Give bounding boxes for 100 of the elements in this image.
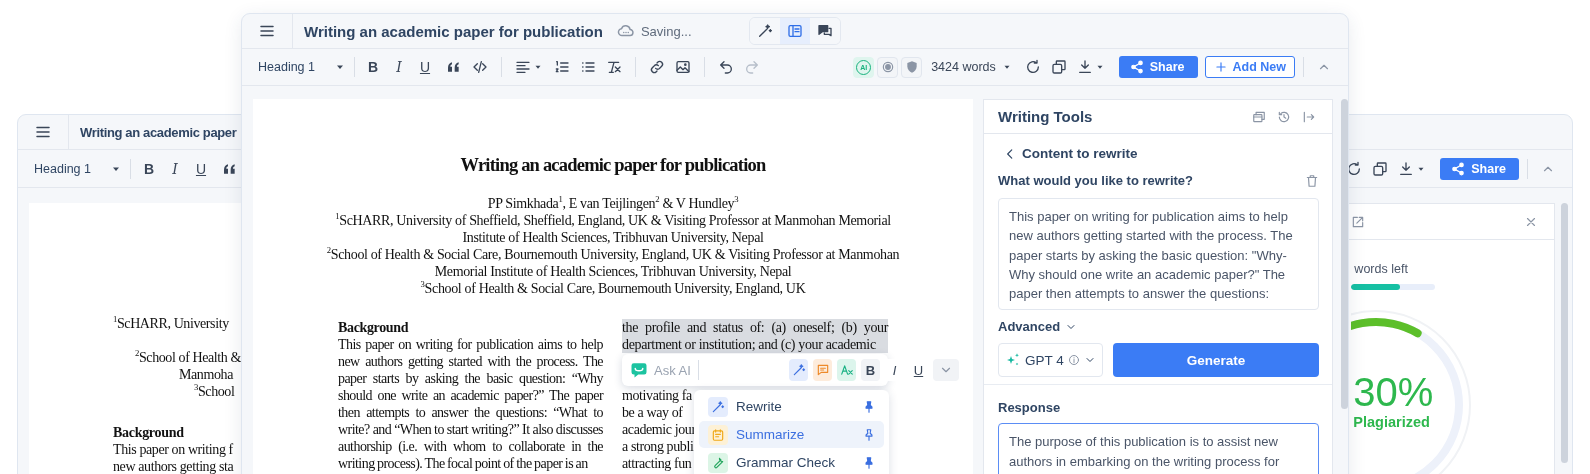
add-new-button[interactable]: Add New	[1204, 56, 1295, 78]
menu-item[interactable]: Grammar Check	[699, 449, 884, 474]
format-button[interactable]: B	[363, 56, 383, 78]
affiliation-text: $^{1}$ScHARR, University of Sheffield, Sheffield, England, UK & Visiting Professor at Manmohan Memorial Institute of Health Sciences, Tribhuvan University, Nepal	[334, 212, 892, 246]
plus-icon	[1213, 60, 1228, 74]
response-field[interactable]: The purpose of this publication is to assist new authors in embarking on the writing process for	[998, 423, 1319, 474]
refresh-icon[interactable]	[1346, 160, 1363, 177]
history-icon[interactable]	[1277, 109, 1291, 124]
format-button[interactable]: U	[191, 157, 211, 180]
affiliation-text: $^{1}$ScHARR, University	[113, 315, 229, 332]
align-left-icon[interactable]	[515, 59, 531, 75]
pin-icon[interactable]	[862, 399, 876, 414]
menu-item-label: Summarize	[736, 426, 806, 443]
record-button[interactable]	[877, 56, 899, 78]
notepad-icon	[711, 427, 725, 442]
image-icon[interactable]	[675, 59, 691, 75]
bullet-list-icon[interactable]	[580, 59, 596, 75]
share-button[interactable]: Share	[1118, 56, 1198, 78]
copy-icon[interactable]	[1372, 160, 1389, 177]
format-button[interactable]: I	[165, 157, 185, 180]
affiliation-text: $^{3}$School of Health & Social Care, Bournemouth University, England, UK	[419, 280, 807, 297]
chat-icon	[817, 23, 833, 39]
undo-icon[interactable]	[718, 59, 734, 75]
shield-icon	[904, 60, 919, 74]
share-button[interactable]: Share	[1440, 157, 1519, 180]
link-icon[interactable]	[649, 59, 665, 75]
wand-icon	[757, 23, 773, 39]
refresh-icon[interactable]	[1024, 59, 1041, 75]
heading-style-dropdown[interactable]: Heading 1	[258, 55, 346, 79]
selected-text: the profile and status of: (a) oneself; (b) your department or institution; and (c) your academic	[622, 319, 888, 353]
document-title: Writing an academic paper	[80, 124, 237, 140]
save-status: Saving...	[640, 23, 692, 39]
input-field[interactable]: This paper on writing for publication aims to help new authors getting started with the process. The paper starts by asking the basic question: "Why-Why should one write an academic paper?" The paper then attempts to answer the questions:	[998, 198, 1319, 311]
scrollbar[interactable]	[1561, 203, 1568, 463]
scrollbar[interactable]	[1341, 99, 1348, 409]
paper-title: Writing an academic paper for publication	[460, 154, 766, 177]
paragraph-text: motivating fa	[622, 387, 692, 404]
pin-icon[interactable]	[862, 455, 876, 470]
rewrite-button[interactable]	[789, 359, 808, 381]
pin-icon[interactable]	[862, 427, 876, 442]
share-icon	[1129, 60, 1144, 74]
format-button[interactable]: I	[389, 56, 409, 78]
code-icon[interactable]	[472, 59, 488, 75]
affiliation-text: $^{2}$School of Health & Social Care, Bournemouth University, England, UK & Visiting Professor at Manmohan Memorial Institute of Health Sciences, Tribhuvan University, Nepal	[325, 246, 901, 280]
paragraph-text: This paper on writing for publication aims to help new authors getting started with the process. The paper starts by asking the basic question: “Why should one write an academic paper?” The paper then attempts to answer the questions: “What to write? and “When to start writing?” It also discusses authorship (i.e. with whom to collaborate in the writing process). The focal point of the paper is an	[338, 336, 603, 472]
format-button[interactable]: U	[415, 56, 435, 78]
windows-icon[interactable]	[1252, 109, 1266, 124]
format-button[interactable]: B	[139, 157, 159, 180]
score-text: 30%	[1353, 370, 1434, 414]
text-style-icon	[839, 363, 854, 377]
wand-icon	[711, 399, 725, 414]
generate-button[interactable]: Generate	[1113, 343, 1319, 378]
prompt-label: What would you like to rewrite?	[998, 173, 1193, 188]
copy-icon[interactable]	[1050, 59, 1067, 75]
affiliation-text: Manmoha	[179, 366, 233, 383]
authors-text: PP Simkhada$^{1}$, E van Teijlingen$^{2}$ & V Hundley$^{3}$	[487, 195, 739, 212]
comment-icon	[815, 363, 830, 377]
menu-item-label: Rewrite	[736, 398, 783, 415]
info-icon	[1067, 354, 1080, 367]
wand-icon	[791, 363, 806, 377]
ask-ai-field[interactable]: Ask AI	[654, 362, 692, 378]
back-link[interactable]: Content to rewrite	[1003, 146, 1138, 161]
chat-bot-icon	[630, 361, 648, 379]
download-icon[interactable]	[1398, 160, 1415, 177]
words-left-text: words left	[1354, 262, 1408, 276]
trash-icon[interactable]	[1305, 173, 1319, 188]
record-icon	[880, 60, 895, 74]
paragraph-text: This paper on writing f	[113, 441, 233, 458]
section-heading: Background	[338, 319, 410, 336]
panel-title: Writing Tools	[998, 108, 1094, 125]
exit-icon[interactable]	[1302, 109, 1316, 124]
model-dropdown[interactable]: GPT 4	[998, 343, 1103, 378]
word-count-dropdown[interactable]: 3424 words	[931, 60, 1012, 74]
menu-item[interactable]: Summarize	[699, 421, 884, 448]
affiliation-text: $^{3}$School	[194, 383, 235, 400]
heading-style-dropdown[interactable]: Heading 1	[34, 156, 122, 181]
shield-button[interactable]	[901, 56, 923, 78]
affiliation-text: $^{2}$School of Health &	[135, 349, 241, 366]
menu-item[interactable]: Rewrite	[699, 393, 884, 420]
menu-item-label: Grammar Check	[736, 454, 836, 471]
wrench-icon	[711, 455, 725, 470]
format-button[interactable]: B	[861, 359, 880, 381]
share-icon	[1451, 161, 1466, 176]
numbered-list-icon[interactable]	[554, 59, 570, 75]
paragraph-text: academic jour	[622, 421, 696, 438]
layout-icon	[787, 23, 803, 39]
paragraph-text: a strong publi	[622, 438, 694, 455]
clear-format-icon[interactable]	[606, 59, 622, 75]
section-heading: Background	[113, 424, 184, 441]
score-label: Plagiarized	[1353, 414, 1430, 430]
paragraph-text: be a way of	[622, 404, 683, 421]
response-label: Response	[998, 400, 1062, 416]
document-title: Writing an academic paper for publication	[304, 22, 603, 40]
advanced-toggle[interactable]: Advanced	[998, 319, 1078, 335]
view-toggle[interactable]	[780, 18, 810, 44]
quote-icon[interactable]	[446, 59, 462, 75]
paragraph-text: new authors getting sta	[113, 458, 234, 474]
paragraph-text: attracting fun	[622, 455, 692, 472]
external-link-icon[interactable]	[1351, 214, 1366, 229]
download-icon[interactable]	[1076, 59, 1093, 75]
